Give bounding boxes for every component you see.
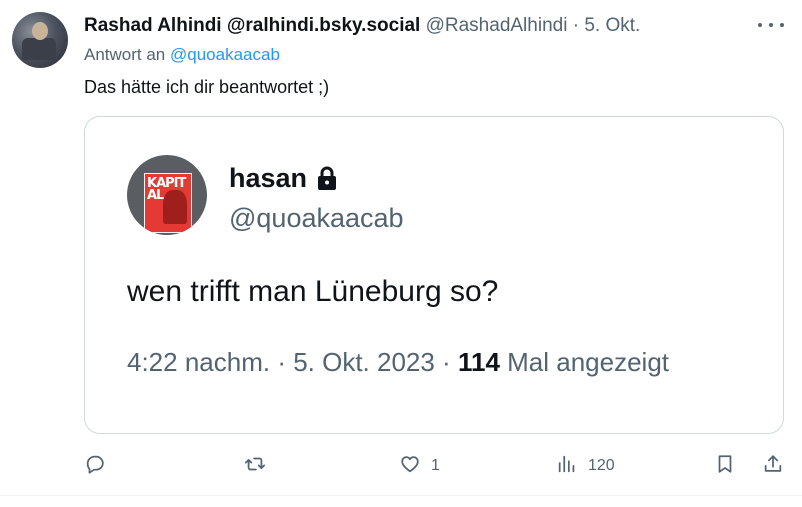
reply-button[interactable]	[84, 448, 116, 484]
action-bar: 1 120	[84, 448, 790, 484]
author-name[interactable]: Rashad Alhindi @ralhindi.bsky.social	[84, 15, 420, 36]
bookmark-button[interactable]	[714, 448, 736, 484]
author-handle[interactable]: @RashadAlhindi	[426, 15, 568, 36]
like-icon	[399, 453, 421, 480]
quoted-post-screenshot: KAPITAL hasan @quoakaacab wen trifft man…	[93, 125, 775, 425]
reply-handle-link[interactable]: @quoakaacab	[170, 45, 280, 64]
more-icon-dot	[780, 23, 784, 27]
more-options-button[interactable]	[758, 15, 784, 35]
more-icon-dot	[769, 23, 773, 27]
reply-prefix: Antwort an	[84, 45, 166, 64]
avatar-head-shape	[32, 22, 48, 40]
avatar-body-shape	[22, 38, 56, 60]
header-separator: ·	[572, 15, 580, 36]
post-divider	[0, 495, 802, 496]
post-date[interactable]: 5. Okt.	[584, 15, 640, 36]
avatar-figure-shape	[163, 190, 187, 224]
bookmark-icon	[714, 453, 736, 480]
reply-icon	[84, 453, 106, 480]
share-icon	[762, 453, 784, 480]
avatar-book-cover: KAPITAL	[144, 173, 192, 233]
like-button[interactable]: 1	[399, 448, 440, 484]
lock-icon	[317, 164, 337, 198]
quoted-handle: @quoakaacab	[229, 203, 404, 233]
reply-context: Antwort an @quoakaacab	[84, 44, 280, 66]
author-avatar[interactable]	[12, 12, 68, 68]
post-header: Rashad Alhindi @ralhindi.bsky.social @Ra…	[84, 14, 802, 38]
quoted-text: wen trifft man Lüneburg so?	[127, 275, 499, 308]
views-count: 120	[588, 457, 615, 474]
views-button[interactable]: 120	[556, 448, 615, 484]
quoted-image-card[interactable]: KAPITAL hasan @quoakaacab wen trifft man…	[84, 116, 784, 434]
more-icon-dot	[758, 23, 762, 27]
quoted-timestamp: 4:22 nachm. · 5. Okt. 2023 ·	[127, 347, 451, 377]
quoted-name: hasan	[229, 163, 308, 193]
repost-icon	[244, 453, 266, 480]
repost-button[interactable]	[244, 448, 276, 484]
quoted-views-label: Mal angezeigt	[507, 347, 670, 377]
views-icon	[556, 453, 578, 480]
post-text: Das hätte ich dir beantwortet ;)	[84, 77, 330, 97]
quoted-meta: 4:22 nachm. · 5. Okt. 2023 · 114 Mal ang…	[127, 345, 669, 379]
quoted-avatar: KAPITAL	[127, 155, 207, 235]
share-button[interactable]	[762, 448, 784, 484]
quoted-views-count: 114	[457, 347, 500, 377]
quoted-name-row: hasan	[229, 161, 337, 198]
like-count: 1	[431, 457, 440, 474]
